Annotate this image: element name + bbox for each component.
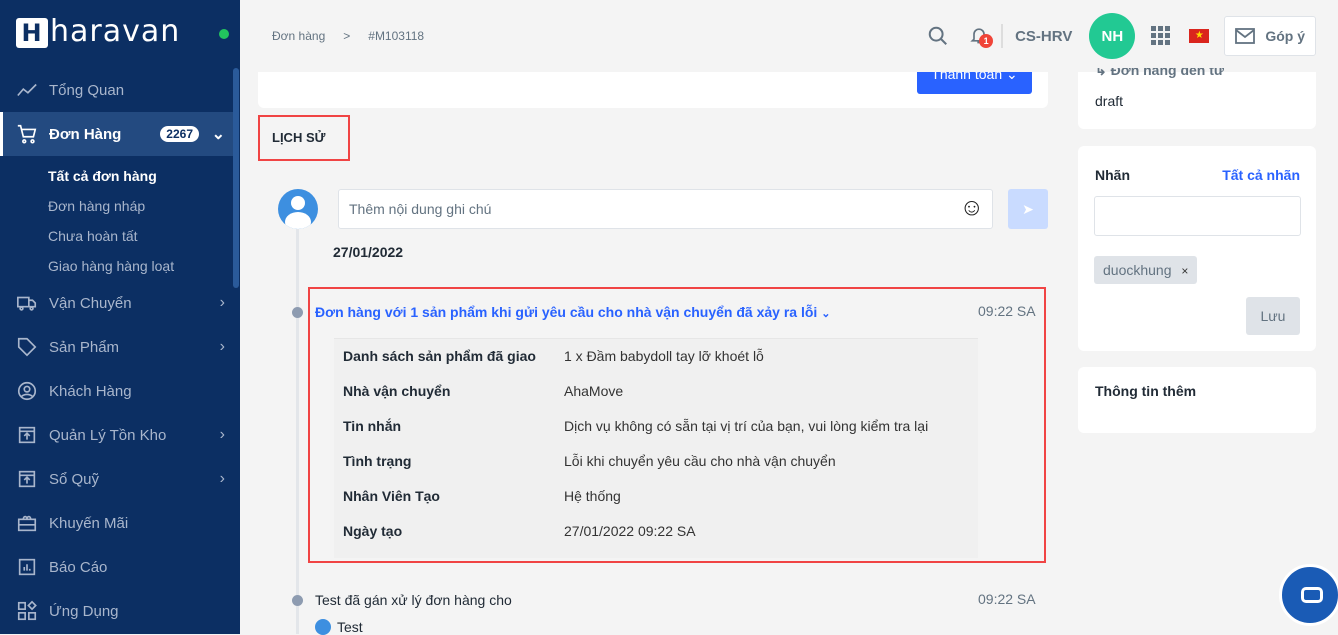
sidebar-sub-all-orders[interactable]: Tất cả đơn hàng xyxy=(48,168,157,184)
sidebar-item-so-quy[interactable]: Sổ Quỹ › xyxy=(0,457,233,501)
sidebar-item-tong-quan[interactable]: Tổng Quan xyxy=(0,68,233,112)
remove-tag-icon[interactable]: × xyxy=(1181,264,1188,278)
report-icon xyxy=(18,558,36,576)
detail-value: Hệ thống xyxy=(564,488,621,504)
send-icon: ➤ xyxy=(1022,201,1034,217)
online-status-dot xyxy=(219,29,229,39)
timeline-dot xyxy=(292,307,303,318)
source-label: Đơn hàng đến từ xyxy=(1110,68,1225,78)
notification-bell[interactable]: 1 xyxy=(969,24,994,49)
search-icon[interactable] xyxy=(927,25,949,47)
top-header: Đơn hàng > #M103118 1 CS-HRV NH ★ Góp ý xyxy=(240,0,1338,72)
tag-icon xyxy=(17,337,37,357)
sidebar-scrollbar[interactable] xyxy=(233,68,239,288)
more-info-title: Thông tin thêm xyxy=(1095,383,1197,399)
tags-card: Nhãn Tất cả nhãn duockhung × Lưu xyxy=(1078,146,1316,351)
order-count-badge: 2267 xyxy=(160,126,199,142)
inventory-icon xyxy=(18,426,36,444)
order-source-card: ↳ Đơn hàng đến từ draft xyxy=(1078,68,1316,129)
mail-icon xyxy=(1235,28,1256,44)
detail-value: Lỗi khi chuyển yêu cầu cho nhà vận chuyể… xyxy=(564,453,836,469)
timeline-date: 27/01/2022 xyxy=(333,244,404,260)
sidebar-item-ton-kho[interactable]: Quản Lý Tồn Kho › xyxy=(0,413,233,457)
detail-key: Tình trạng xyxy=(343,453,412,469)
tag-chip: duockhung × xyxy=(1094,256,1198,284)
event2-time: 09:22 SA xyxy=(978,591,1036,607)
haravan-logo[interactable]: Hharavan xyxy=(16,14,180,49)
detail-value: 1 x Đầm babydoll tay lỡ khoét lỗ xyxy=(564,348,764,364)
sidebar-item-san-pham[interactable]: Sản Phẩm › xyxy=(0,325,233,369)
sidebar-item-don-hang[interactable]: Đơn Hàng 2267 ⌄ xyxy=(0,112,233,156)
event2-title: Test đã gán xử lý đơn hàng cho xyxy=(315,592,512,608)
sidebar-item-bao-cao[interactable]: Báo Cáo xyxy=(0,545,233,589)
user-icon xyxy=(315,619,331,635)
store-name[interactable]: CS-HRV xyxy=(1015,28,1072,45)
detail-value: AhaMove xyxy=(564,383,624,399)
feedback-button[interactable]: Góp ý xyxy=(1224,16,1316,56)
chevron-right-icon: › xyxy=(219,338,225,355)
send-button[interactable]: ➤ xyxy=(1008,189,1048,229)
all-tags-link[interactable]: Tất cả nhãn xyxy=(1222,167,1300,183)
chevron-right-icon: › xyxy=(219,426,225,443)
detail-value: Dịch vụ không có sẵn tại vị trí của bạn,… xyxy=(564,418,929,434)
tag-input[interactable] xyxy=(1094,196,1301,236)
breadcrumb-order-id: #M103118 xyxy=(368,29,425,43)
detail-key: Ngày tạo xyxy=(343,523,403,539)
detail-key: Nhân Viên Tạo xyxy=(343,488,440,504)
event2-user: Test xyxy=(315,619,363,635)
sidebar-item-khach-hang[interactable]: Khách Hàng xyxy=(0,369,233,413)
detail-value: 27/01/2022 09:22 SA xyxy=(564,523,696,539)
save-tags-button[interactable]: Lưu xyxy=(1246,297,1300,335)
sidebar-sub-draft-orders[interactable]: Đơn hàng nháp xyxy=(48,198,145,214)
more-info-card: Thông tin thêm xyxy=(1078,367,1316,433)
sidebar-item-van-chuyen[interactable]: Vận Chuyển › xyxy=(0,281,233,325)
cashbook-icon xyxy=(18,470,36,488)
sidebar: Hharavan Tổng Quan Đơn Hàng 2267 ⌄ Tất cả … xyxy=(0,0,240,634)
divider xyxy=(1001,24,1004,48)
detail-key: Nhà vận chuyển xyxy=(343,383,451,399)
chart-line-icon xyxy=(17,83,37,97)
detail-key: Tin nhắn xyxy=(343,418,402,434)
sidebar-sub-bulk-shipping[interactable]: Giao hàng hàng loạt xyxy=(48,258,174,274)
user-avatar-icon xyxy=(278,189,318,229)
chevron-right-icon: › xyxy=(219,470,225,487)
chevron-down-icon: ⌄ xyxy=(211,126,225,143)
tags-title: Nhãn xyxy=(1095,167,1130,183)
apps-grid-icon[interactable] xyxy=(1151,26,1171,46)
truck-icon xyxy=(17,296,37,311)
timeline-dot xyxy=(292,595,303,606)
chat-icon xyxy=(1301,587,1323,603)
chevron-right-icon: › xyxy=(219,294,225,311)
emoji-icon[interactable]: ☺ xyxy=(959,194,984,222)
sidebar-sub-incomplete[interactable]: Chưa hoàn tất xyxy=(48,228,138,244)
breadcrumb-orders[interactable]: Đơn hàng xyxy=(272,29,325,43)
user-circle-icon xyxy=(17,381,37,401)
chevron-down-icon: ⌄ xyxy=(821,308,831,320)
chat-button[interactable] xyxy=(1279,564,1338,626)
user-avatar[interactable]: NH xyxy=(1089,13,1136,59)
event-title-toggle[interactable]: Đơn hàng với 1 sản phẩm khi gửi yêu cầu … xyxy=(315,304,830,320)
sidebar-item-ung-dung[interactable]: Ứng Dụng xyxy=(0,589,233,633)
detail-key: Danh sách sản phẩm đã giao xyxy=(343,348,536,364)
event-time: 09:22 SA xyxy=(978,303,1036,319)
notification-count: 1 xyxy=(979,33,994,48)
pay-button[interactable]: Thanh toán ⌄ xyxy=(917,72,1032,94)
history-title: LỊCH SỬ xyxy=(272,130,326,145)
vietnam-flag-icon[interactable]: ★ xyxy=(1189,29,1210,43)
apps-icon xyxy=(17,600,37,621)
note-input[interactable]: Thêm nội dung ghi chú ☺ xyxy=(338,189,993,229)
cart-icon xyxy=(17,124,37,144)
breadcrumb: Đơn hàng > #M103118 xyxy=(272,29,425,43)
sidebar-item-khuyen-mai[interactable]: Khuyến Mãi xyxy=(0,501,233,545)
gift-icon xyxy=(17,515,37,532)
order-source: draft xyxy=(1095,93,1124,109)
timeline-line xyxy=(296,229,299,634)
